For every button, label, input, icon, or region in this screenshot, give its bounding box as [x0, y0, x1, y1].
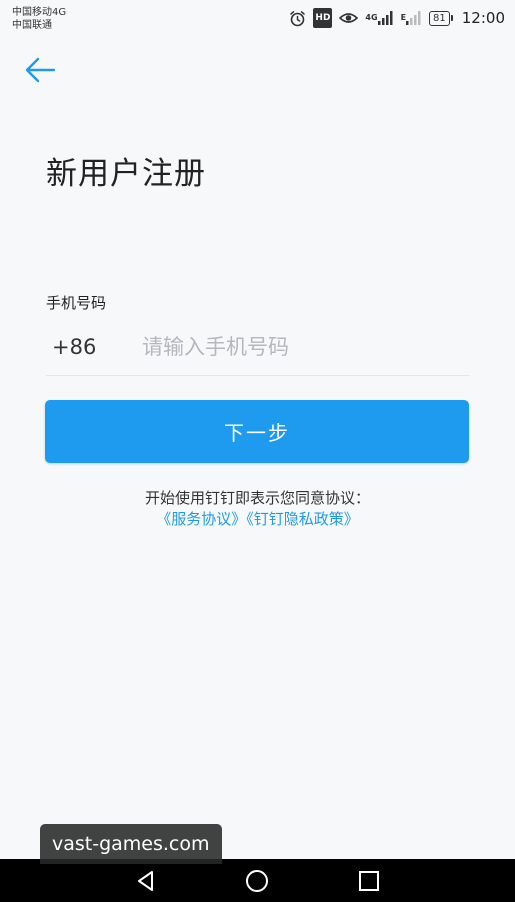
nav-home-button[interactable] [237, 861, 277, 901]
system-nav-bar [0, 859, 515, 902]
status-bar: 中国移动4G 中国联通 HD 4G E 81 12:00 [0, 0, 515, 36]
circle-home-icon [246, 869, 269, 892]
carrier-primary: 中国移动4G [12, 7, 67, 18]
arrow-left-icon [25, 57, 56, 83]
battery-nub [450, 15, 453, 21]
alarm-icon [289, 9, 306, 27]
battery-icon: 81 [429, 10, 453, 26]
battery-level: 81 [429, 10, 450, 26]
signal-e-icon: E [401, 9, 422, 27]
eye-icon [339, 9, 359, 27]
nav-recents-button[interactable] [349, 861, 389, 901]
watermark: vast-games.com [40, 824, 222, 864]
phone-field-row: +86 [46, 318, 469, 376]
triangle-back-icon [137, 870, 153, 891]
signal-4g-icon: 4G [365, 9, 393, 27]
status-icons: HD 4G E 81 12:00 [289, 8, 505, 28]
hd-icon: HD [313, 8, 333, 28]
country-code-selector[interactable]: +86 [46, 335, 136, 359]
phone-input[interactable] [136, 334, 452, 359]
phone-label: 手机号码 [46, 294, 107, 312]
service-agreement-link[interactable]: 《服务协议》 [156, 510, 246, 528]
status-time: 12:00 [461, 9, 505, 27]
agreement-notice: 开始使用钉钉即表示您同意协议： 《服务协议》《钉钉隐私政策》 [0, 488, 515, 530]
back-button[interactable] [18, 48, 62, 92]
carrier-info: 中国移动4G 中国联通 [12, 6, 66, 32]
privacy-policy-link[interactable]: 《钉钉隐私政策》 [246, 510, 359, 528]
network-type-4g: 4G [365, 13, 378, 22]
page-title: 新用户注册 [46, 156, 206, 192]
nav-back-button[interactable] [126, 861, 166, 901]
square-recents-icon [359, 870, 380, 891]
agreement-text: 开始使用钉钉即表示您同意协议： [144, 489, 370, 507]
next-step-button[interactable]: 下一步 [45, 400, 469, 463]
carrier-secondary: 中国联通 [12, 20, 52, 31]
agreement-links: 《服务协议》《钉钉隐私政策》 [0, 509, 515, 530]
